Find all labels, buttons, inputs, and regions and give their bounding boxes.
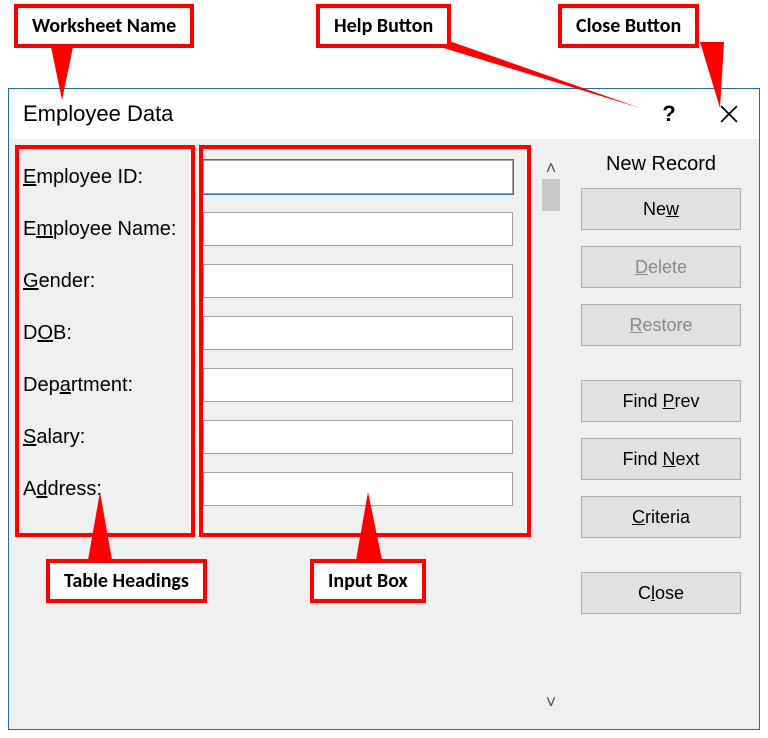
input-employee-name[interactable] [203, 212, 513, 246]
scroll-up-icon[interactable]: ˄ [546, 157, 557, 179]
find-prev-button[interactable]: Find Prev [581, 380, 741, 422]
label-address: Address: [23, 478, 203, 501]
input-department[interactable] [203, 368, 513, 402]
callout-worksheet-name: Worksheet Name [14, 4, 194, 48]
delete-button[interactable]: Delete [581, 246, 741, 288]
scroll-down-icon[interactable]: ˅ [546, 691, 557, 713]
titlebar: Employee Data ? [9, 89, 759, 139]
label-employee-id: Employee ID: [23, 166, 203, 189]
new-button[interactable]: New [581, 188, 741, 230]
find-next-button[interactable]: Find Next [581, 438, 741, 480]
input-employee-id[interactable] [203, 160, 513, 194]
close-icon [720, 105, 738, 123]
label-gender: Gender: [23, 270, 203, 293]
field-row-gender: Gender: [23, 255, 525, 307]
field-row-employee-id: Employee ID: [23, 151, 525, 203]
scroll-thumb[interactable] [542, 179, 560, 211]
close-button[interactable]: Close [581, 572, 741, 614]
action-panel: New Record New Delete Restore Find Prev … [575, 153, 747, 630]
label-dob: DOB: [23, 322, 203, 345]
callout-help-button: Help Button [316, 4, 451, 48]
field-row-department: Department: [23, 359, 525, 411]
input-gender[interactable] [203, 264, 513, 298]
input-dob[interactable] [203, 316, 513, 350]
callout-input-box: Input Box [310, 559, 426, 603]
restore-button[interactable]: Restore [581, 304, 741, 346]
dialog-title: Employee Data [9, 101, 639, 127]
scroll-track[interactable] [539, 179, 563, 691]
close-x-button[interactable] [699, 89, 759, 139]
field-row-address: Address: [23, 463, 525, 515]
form-fields: Employee ID: Employee Name: Gender: DOB:… [23, 151, 525, 515]
callout-table-headings: Table Headings [46, 559, 207, 603]
field-row-salary: Salary: [23, 411, 525, 463]
record-status: New Record [606, 153, 716, 176]
input-salary[interactable] [203, 420, 513, 454]
callout-close-button: Close Button [558, 4, 699, 48]
input-address[interactable] [203, 472, 513, 506]
dialog-body: Employee ID: Employee Name: Gender: DOB:… [9, 139, 759, 729]
help-button[interactable]: ? [639, 89, 699, 139]
record-scrollbar[interactable]: ˄ ˅ [539, 157, 563, 713]
label-salary: Salary: [23, 426, 203, 449]
criteria-button[interactable]: Criteria [581, 496, 741, 538]
label-department: Department: [23, 374, 203, 397]
field-row-employee-name: Employee Name: [23, 203, 525, 255]
field-row-dob: DOB: [23, 307, 525, 359]
data-form-dialog: Employee Data ? Employee ID: Employee Na… [8, 88, 760, 730]
label-employee-name: Employee Name: [23, 218, 203, 241]
